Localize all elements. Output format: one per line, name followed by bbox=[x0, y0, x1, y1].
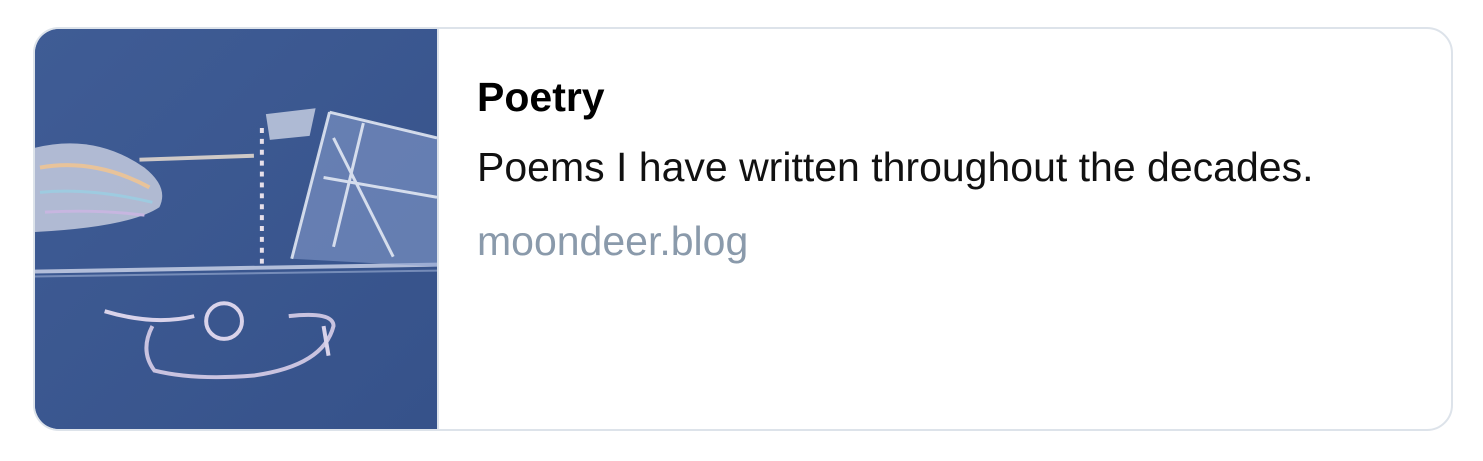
link-title[interactable]: Poetry bbox=[477, 73, 1451, 121]
chalk-drawing-icon bbox=[35, 29, 437, 429]
link-thumbnail-image bbox=[35, 29, 439, 429]
link-domain[interactable]: moondeer.blog bbox=[477, 217, 1451, 265]
link-text-area: Poetry Poems I have written throughout t… bbox=[439, 29, 1451, 429]
link-preview-card[interactable]: Poetry Poems I have written throughout t… bbox=[33, 27, 1453, 431]
link-description: Poems I have written throughout the deca… bbox=[477, 144, 1314, 190]
